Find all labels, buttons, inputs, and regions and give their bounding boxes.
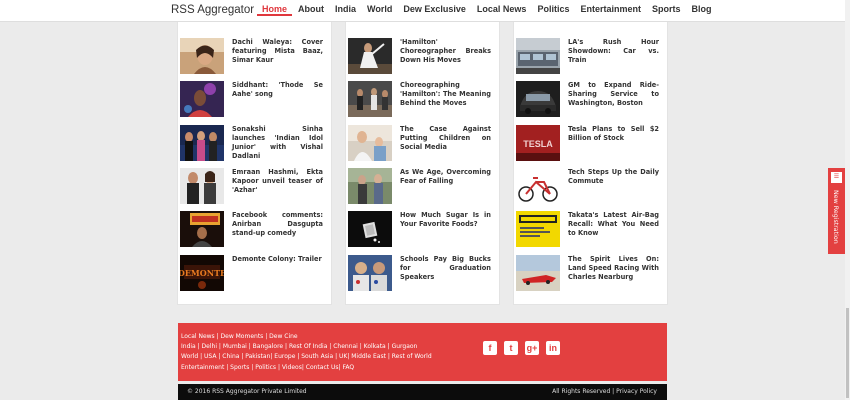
news-item[interactable]: Takata's Latest Air-Bag Recall: What You… <box>516 211 667 247</box>
nav-world[interactable]: World <box>367 0 392 16</box>
news-item[interactable]: Choreographing 'Hamilton': The Meaning B… <box>348 81 499 117</box>
news-title[interactable]: Tesla Plans to Sell $2 Billion of Stock <box>568 125 659 143</box>
footer-link-row[interactable]: World | USA | China | Pakistan| Europe |… <box>181 352 441 362</box>
nav-about[interactable]: About <box>298 0 324 16</box>
news-title[interactable]: Siddhant: 'Thode Se Aahe' song <box>232 81 323 99</box>
news-thumbnail[interactable]: DEMONTE <box>180 255 224 291</box>
social-icons: f t g+ in <box>483 341 567 355</box>
nav-blog[interactable]: Blog <box>692 0 712 16</box>
news-thumbnail[interactable] <box>180 38 224 74</box>
news-title[interactable]: 'Hamilton' Choreographer Breaks Down His… <box>400 38 491 65</box>
news-column-auto: LA's Rush Hour Showdown: Car vs. Train G… <box>513 22 668 305</box>
news-title[interactable]: Sonakshi Sinha launches 'Indian Idol Jun… <box>232 125 323 161</box>
nav-politics[interactable]: Politics <box>537 0 569 16</box>
scrollbar-thumb[interactable] <box>846 308 849 398</box>
nav-local-news[interactable]: Local News <box>477 0 527 16</box>
new-registration-tab[interactable]: ☰ New Registration <box>828 168 845 254</box>
news-item[interactable]: GM to Expand Ride-Sharing Service to Was… <box>516 81 667 117</box>
news-thumbnail[interactable]: TESLA <box>516 125 560 161</box>
news-title[interactable]: LA's Rush Hour Showdown: Car vs. Train <box>568 38 659 65</box>
news-title[interactable]: As We Age, Overcoming Fear of Falling <box>400 168 491 186</box>
news-thumbnail[interactable] <box>348 125 392 161</box>
news-item[interactable]: The Spirit Lives On: Land Speed Racing W… <box>516 255 667 291</box>
news-title[interactable]: Demonte Colony: Trailer <box>232 255 323 264</box>
news-item[interactable]: Dachi Waleya: Cover featuring Mista Baaz… <box>180 38 331 74</box>
twitter-icon[interactable]: t <box>504 341 518 355</box>
svg-text:DEMONTE: DEMONTE <box>180 268 224 278</box>
news-thumbnail[interactable] <box>180 211 224 247</box>
news-title[interactable]: Emraan Hashmi, Ekta Kapoor unveil teaser… <box>232 168 323 195</box>
footer-links: Local News | Dew Moments | Dew Cine Indi… <box>181 332 441 373</box>
copyright-bar: © 2016 RSS Aggregator Private Limited Al… <box>178 384 667 400</box>
rights-links[interactable]: All Rights Reserved | Privacy Policy <box>552 388 657 395</box>
news-column-entertainment: Dachi Waleya: Cover featuring Mista Baaz… <box>177 22 332 305</box>
news-thumbnail[interactable] <box>348 168 392 204</box>
nav-entertainment[interactable]: Entertainment <box>580 0 641 16</box>
news-title[interactable]: Takata's Latest Air-Bag Recall: What You… <box>568 211 659 238</box>
brand-logo[interactable]: RSS Aggregator <box>171 4 254 16</box>
google-plus-icon[interactable]: g+ <box>525 341 539 355</box>
nav-india[interactable]: India <box>335 0 356 16</box>
news-thumbnail[interactable] <box>180 168 224 204</box>
nav-home[interactable]: Home <box>257 0 293 16</box>
footer-link-row[interactable]: India | Delhi | Mumbai | Bangalore | Res… <box>181 342 441 352</box>
news-title[interactable]: How Much Sugar Is in Your Favorite Foods… <box>400 211 491 229</box>
news-item[interactable]: Schools Pay Big Bucks for Graduation Spe… <box>348 255 499 291</box>
news-item[interactable]: LA's Rush Hour Showdown: Car vs. Train <box>516 38 667 74</box>
news-thumbnail[interactable] <box>180 125 224 161</box>
copyright-text: © 2016 RSS Aggregator Private Limited <box>187 388 307 395</box>
news-title[interactable]: The Case Against Putting Children on Soc… <box>400 125 491 152</box>
news-thumbnail[interactable] <box>348 255 392 291</box>
nav-sports[interactable]: Sports <box>652 0 681 16</box>
news-title[interactable]: GM to Expand Ride-Sharing Service to Was… <box>568 81 659 108</box>
top-navbar: RSS Aggregator Home About India World De… <box>0 0 850 22</box>
news-thumbnail[interactable] <box>516 168 560 204</box>
registration-icon: ☰ <box>831 172 842 183</box>
news-thumbnail[interactable] <box>348 81 392 117</box>
news-item[interactable]: TESLA Tesla Plans to Sell $2 Billion of … <box>516 125 667 161</box>
footer-link-row[interactable]: Entertainment | Sports | Politics | Vide… <box>181 363 441 373</box>
news-thumbnail[interactable] <box>348 38 392 74</box>
news-title[interactable]: Facebook comments: Anirban Dasgupta stan… <box>232 211 323 238</box>
news-item[interactable]: 'Hamilton' Choreographer Breaks Down His… <box>348 38 499 74</box>
news-thumbnail[interactable] <box>516 38 560 74</box>
news-thumbnail[interactable] <box>516 211 560 247</box>
new-registration-label: New Registration <box>832 190 839 244</box>
news-title[interactable]: The Spirit Lives On: Land Speed Racing W… <box>568 255 659 282</box>
svg-text:TESLA: TESLA <box>523 139 553 149</box>
main-nav: Home About India World Dew Exclusive Loc… <box>257 0 723 22</box>
news-item[interactable]: Emraan Hashmi, Ekta Kapoor unveil teaser… <box>180 168 331 204</box>
news-item[interactable]: How Much Sugar Is in Your Favorite Foods… <box>348 211 499 247</box>
news-thumbnail[interactable] <box>348 211 392 247</box>
news-item[interactable]: Sonakshi Sinha launches 'Indian Idol Jun… <box>180 125 331 161</box>
news-title[interactable]: Dachi Waleya: Cover featuring Mista Baaz… <box>232 38 323 65</box>
news-item[interactable]: The Case Against Putting Children on Soc… <box>348 125 499 161</box>
news-item[interactable]: Siddhant: 'Thode Se Aahe' song <box>180 81 331 117</box>
facebook-icon[interactable]: f <box>483 341 497 355</box>
news-title[interactable]: Tech Steps Up the Daily Commute <box>568 168 659 186</box>
footer-link-row[interactable]: Local News | Dew Moments | Dew Cine <box>181 332 441 342</box>
news-item[interactable]: As We Age, Overcoming Fear of Falling <box>348 168 499 204</box>
news-thumbnail[interactable] <box>180 81 224 117</box>
footer-links-panel: Local News | Dew Moments | Dew Cine Indi… <box>178 323 667 381</box>
news-item[interactable]: Facebook comments: Anirban Dasgupta stan… <box>180 211 331 247</box>
news-column-lifestyle: 'Hamilton' Choreographer Breaks Down His… <box>345 22 500 305</box>
nav-dew-exclusive[interactable]: Dew Exclusive <box>403 0 466 16</box>
news-item[interactable]: DEMONTE Demonte Colony: Trailer <box>180 255 331 291</box>
news-item[interactable]: Tech Steps Up the Daily Commute <box>516 168 667 204</box>
news-thumbnail[interactable] <box>516 81 560 117</box>
linkedin-icon[interactable]: in <box>546 341 560 355</box>
news-title[interactable]: Schools Pay Big Bucks for Graduation Spe… <box>400 255 491 282</box>
news-thumbnail[interactable] <box>516 255 560 291</box>
news-title[interactable]: Choreographing 'Hamilton': The Meaning B… <box>400 81 491 108</box>
